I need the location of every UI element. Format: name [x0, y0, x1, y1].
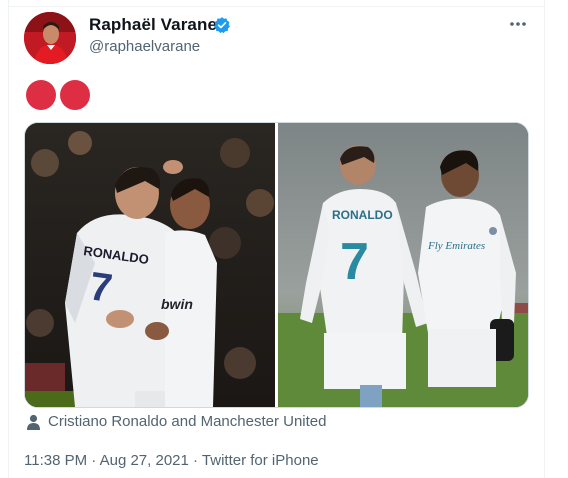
author-display-name[interactable]: Raphaël Varane: [89, 15, 217, 35]
separator: ·: [87, 452, 100, 469]
photo-right[interactable]: RONALDO 7 Fly Emirates: [278, 123, 528, 407]
jersey-name-right: RONALDO: [332, 208, 393, 222]
tweet-date[interactable]: Aug 27, 2021: [100, 452, 189, 469]
kit-sponsor-right: Fly Emirates: [427, 240, 485, 252]
jersey-number-right: 7: [340, 233, 369, 291]
divider: [8, 6, 544, 7]
author-handle[interactable]: @raphaelvarane: [89, 38, 200, 55]
red-circle-emoji: [60, 80, 90, 110]
tweet-time[interactable]: 11:38 PM: [24, 452, 87, 469]
person-icon: [27, 414, 40, 430]
tweet-source[interactable]: Twitter for iPhone: [202, 452, 319, 469]
avatar[interactable]: [24, 12, 76, 64]
photo-left[interactable]: RONALDO 7 bwin: [25, 123, 275, 407]
more-options-icon[interactable]: [507, 14, 529, 34]
tweet-metadata: 11:38 PM · Aug 27, 2021 · Twitter for iP…: [24, 452, 319, 469]
tagged-people-text[interactable]: Cristiano Ronaldo and Manchester United: [48, 413, 327, 430]
media-grid: RONALDO 7 bwin RONALDO 7 Fly Emirates: [24, 122, 529, 408]
red-circle-emoji: [26, 80, 56, 110]
verified-badge-icon: [214, 17, 230, 34]
separator: ·: [188, 452, 202, 469]
kit-sponsor-left: bwin: [161, 296, 193, 312]
